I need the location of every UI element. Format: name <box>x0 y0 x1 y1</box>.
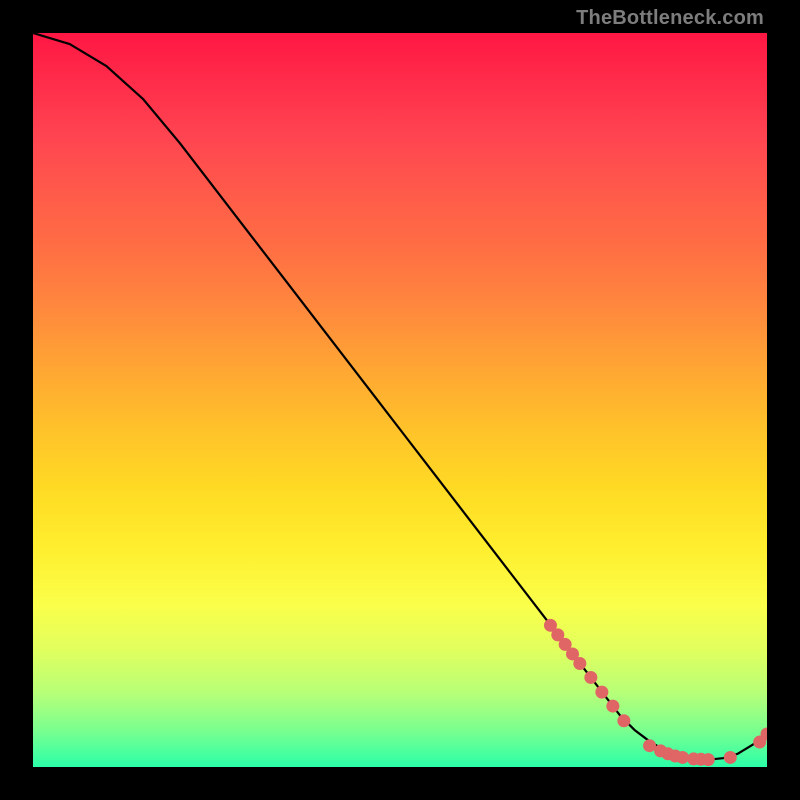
data-marker <box>617 714 630 727</box>
data-marker <box>584 671 597 684</box>
data-marker <box>595 686 608 699</box>
data-marker <box>702 753 715 766</box>
watermark-text: TheBottleneck.com <box>576 8 764 28</box>
chart-stage: TheBottleneck.com <box>0 0 800 800</box>
data-markers <box>544 619 767 766</box>
data-marker <box>724 751 737 764</box>
data-marker <box>606 700 619 713</box>
data-marker <box>676 751 689 764</box>
chart-overlay <box>33 33 767 767</box>
curve-line <box>33 33 767 760</box>
data-marker <box>573 657 586 670</box>
plot-area <box>33 33 767 767</box>
